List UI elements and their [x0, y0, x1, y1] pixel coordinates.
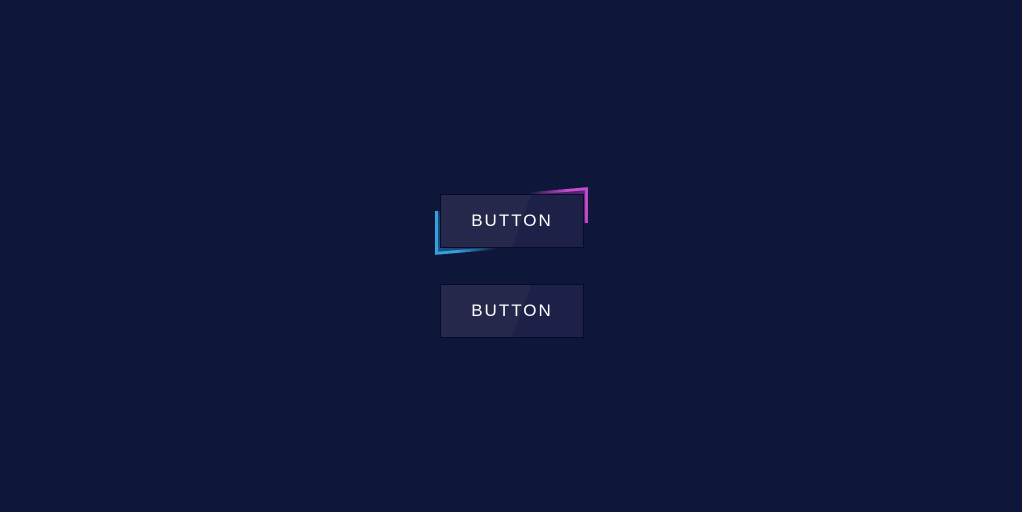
canvas: BUTTON BUTTON: [0, 0, 1022, 512]
plain-button-container: BUTTON: [440, 284, 584, 338]
glow-button[interactable]: BUTTON: [440, 194, 584, 248]
plain-button[interactable]: BUTTON: [440, 284, 584, 338]
glow-button-container: BUTTON: [435, 187, 588, 255]
